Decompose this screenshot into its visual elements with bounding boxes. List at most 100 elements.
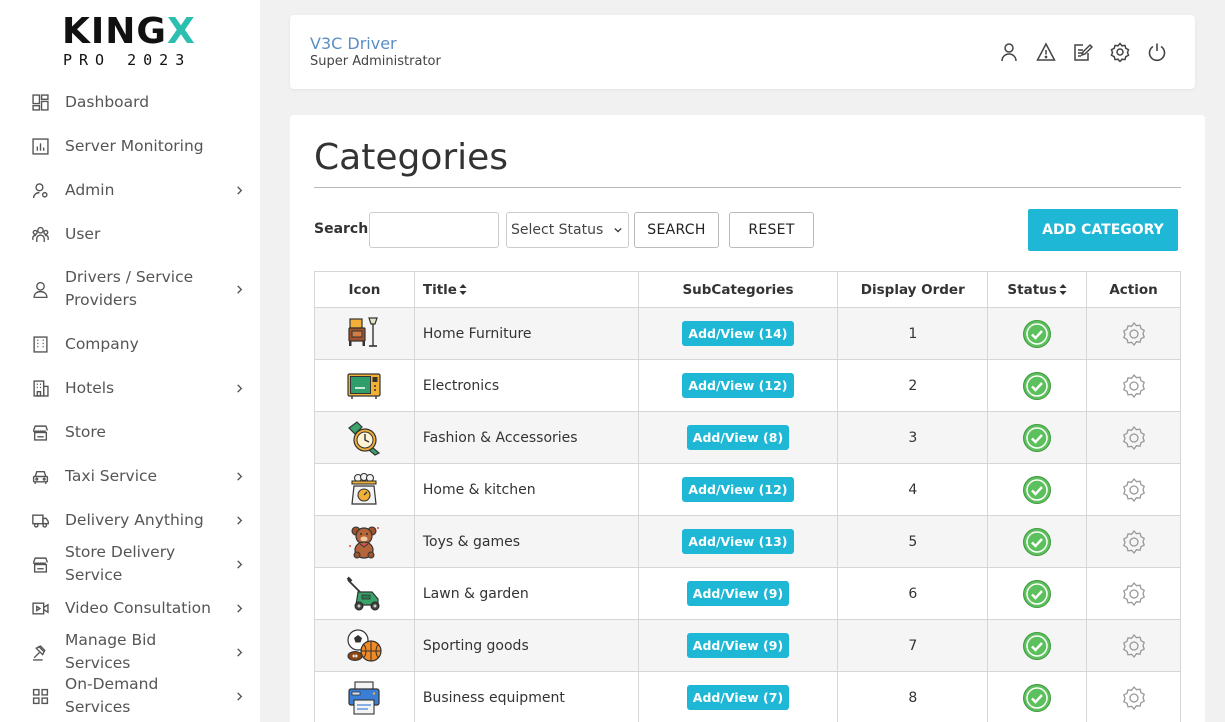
gear-icon[interactable]	[1121, 321, 1147, 347]
user-name: V3C Driver	[310, 34, 397, 53]
status-active-icon[interactable]	[1022, 319, 1052, 349]
chevron-right-icon	[235, 558, 244, 572]
search-input[interactable]	[369, 212, 499, 248]
sidebar-item-label: Delivery Anything	[65, 510, 204, 529]
sidebar-item-video-consultation[interactable]: Video Consultation	[0, 586, 260, 630]
sidebar-item-hotels[interactable]: Hotels	[0, 366, 260, 410]
status-active-icon[interactable]	[1022, 579, 1052, 609]
sidebar-item-on-demand-services[interactable]: On-Demand Services	[0, 674, 260, 718]
sidebar-item-label: Company	[65, 334, 139, 353]
sports-balls-icon	[347, 628, 383, 662]
gear-icon[interactable]	[1121, 581, 1147, 607]
divider	[314, 187, 1181, 188]
subcategories-button[interactable]: Add/View (13)	[682, 529, 794, 554]
subcategories-button[interactable]: Add/View (9)	[686, 581, 790, 606]
table-row: Business equipment Add/View (7) 8	[314, 671, 1181, 722]
subcategories-button[interactable]: Add/View (9)	[686, 633, 790, 658]
building-icon	[32, 335, 49, 353]
settings-icon[interactable]	[1110, 42, 1130, 63]
subcategories-button[interactable]: Add/View (14)	[682, 321, 794, 346]
status-active-icon[interactable]	[1022, 683, 1052, 713]
sidebar-item-dashboard[interactable]: Dashboard	[0, 80, 260, 124]
grid-icon	[32, 688, 49, 705]
electronics-icon	[347, 372, 382, 399]
status-select[interactable]: Select Status	[506, 212, 629, 248]
gear-icon[interactable]	[1121, 477, 1147, 503]
teddy-bear-icon	[349, 525, 380, 559]
status-active-icon[interactable]	[1022, 527, 1052, 557]
status-active-icon[interactable]	[1022, 475, 1052, 505]
user-role: Super Administrator	[310, 54, 441, 69]
sidebar-item-store[interactable]: Store	[0, 410, 260, 454]
subcategories-button[interactable]: Add/View (8)	[686, 425, 790, 450]
edit-icon[interactable]	[1073, 42, 1094, 62]
column-header-icon: Icon	[314, 271, 415, 308]
sidebar-item-user[interactable]: User	[0, 212, 260, 256]
column-header-title[interactable]: Title	[413, 271, 639, 308]
subcategories-button[interactable]: Add/View (12)	[682, 477, 794, 502]
sidebar-item-label: Video Consultation	[65, 598, 211, 617]
category-title: Business equipment	[422, 689, 565, 706]
logo[interactable]: KINGX PRO 2023	[62, 14, 202, 70]
sidebar-item-server-monitoring[interactable]: Server Monitoring	[0, 124, 260, 168]
table-row: Home & kitchen Add/View (12) 4	[314, 463, 1181, 516]
gear-icon[interactable]	[1121, 529, 1147, 555]
watch-icon	[348, 420, 381, 456]
subcategories-button[interactable]: Add/View (7)	[686, 685, 790, 710]
status-select-value: Select Status	[511, 222, 604, 238]
table-row: Home Furniture Add/View (14) 1	[314, 307, 1181, 360]
column-header-title-label: Title	[422, 281, 457, 298]
sidebar-nav: Dashboard Server Monitoring Admin User D…	[0, 80, 260, 718]
sidebar-item-label: User	[65, 224, 101, 243]
chevron-down-icon	[614, 227, 622, 233]
sidebar-item-manage-bid-services[interactable]: Manage Bid Services	[0, 630, 260, 674]
sidebar-item-delivery-anything[interactable]: Delivery Anything	[0, 498, 260, 542]
sidebar-item-store-delivery-service[interactable]: Store Delivery Service	[0, 542, 260, 586]
display-order: 3	[908, 429, 918, 446]
warning-icon[interactable]	[1036, 42, 1056, 62]
status-active-icon[interactable]	[1022, 631, 1052, 661]
header-actions	[999, 42, 1167, 63]
status-active-icon[interactable]	[1022, 423, 1052, 453]
status-active-icon[interactable]	[1022, 371, 1052, 401]
display-order: 7	[908, 637, 918, 654]
user-icon[interactable]	[999, 42, 1019, 62]
table-row: Lawn & garden Add/View (9) 6	[314, 567, 1181, 620]
reset-button[interactable]: RESET	[729, 212, 814, 248]
subcategories-button[interactable]: Add/View (12)	[682, 373, 794, 398]
add-category-button[interactable]: ADD CATEGORY	[1028, 209, 1178, 251]
gear-icon[interactable]	[1121, 685, 1147, 711]
table-header-row: Icon Title SubCategories Display Order S…	[314, 271, 1181, 308]
sidebar-item-label: Server Monitoring	[65, 136, 204, 155]
sidebar-item-taxi-service[interactable]: Taxi Service	[0, 454, 260, 498]
gear-icon[interactable]	[1121, 373, 1147, 399]
driver-icon	[32, 281, 49, 298]
furniture-icon	[348, 316, 379, 347]
display-order: 5	[908, 533, 918, 550]
column-header-status[interactable]: Status	[987, 271, 1088, 308]
chevron-right-icon	[235, 646, 244, 660]
display-order: 2	[908, 377, 918, 394]
column-header-status-label: Status	[1007, 281, 1057, 298]
chevron-right-icon	[235, 184, 244, 198]
chevron-right-icon	[235, 602, 244, 616]
sidebar-item-drivers[interactable]: Drivers / Service Providers	[0, 256, 260, 322]
column-header-display-order: Display Order	[837, 271, 989, 308]
gear-icon[interactable]	[1121, 633, 1147, 659]
search-button[interactable]: SEARCH	[634, 212, 719, 248]
display-order: 6	[908, 585, 918, 602]
truck-icon	[32, 512, 49, 529]
category-title: Home Furniture	[422, 325, 532, 342]
sidebar-item-label: Store	[65, 422, 106, 441]
table-row: Sporting goods Add/View (9) 7	[314, 619, 1181, 672]
sidebar-item-admin[interactable]: Admin	[0, 168, 260, 212]
sidebar-item-label: Hotels	[65, 378, 115, 397]
video-icon	[32, 600, 49, 617]
sidebar-item-company[interactable]: Company	[0, 322, 260, 366]
admin-icon	[32, 182, 49, 199]
gear-icon[interactable]	[1121, 425, 1147, 451]
chevron-right-icon	[235, 514, 244, 528]
power-icon[interactable]	[1147, 42, 1167, 62]
table-row: Toys & games Add/View (13) 5	[314, 515, 1181, 568]
sidebar-item-label: Manage Bid Services	[65, 631, 157, 672]
